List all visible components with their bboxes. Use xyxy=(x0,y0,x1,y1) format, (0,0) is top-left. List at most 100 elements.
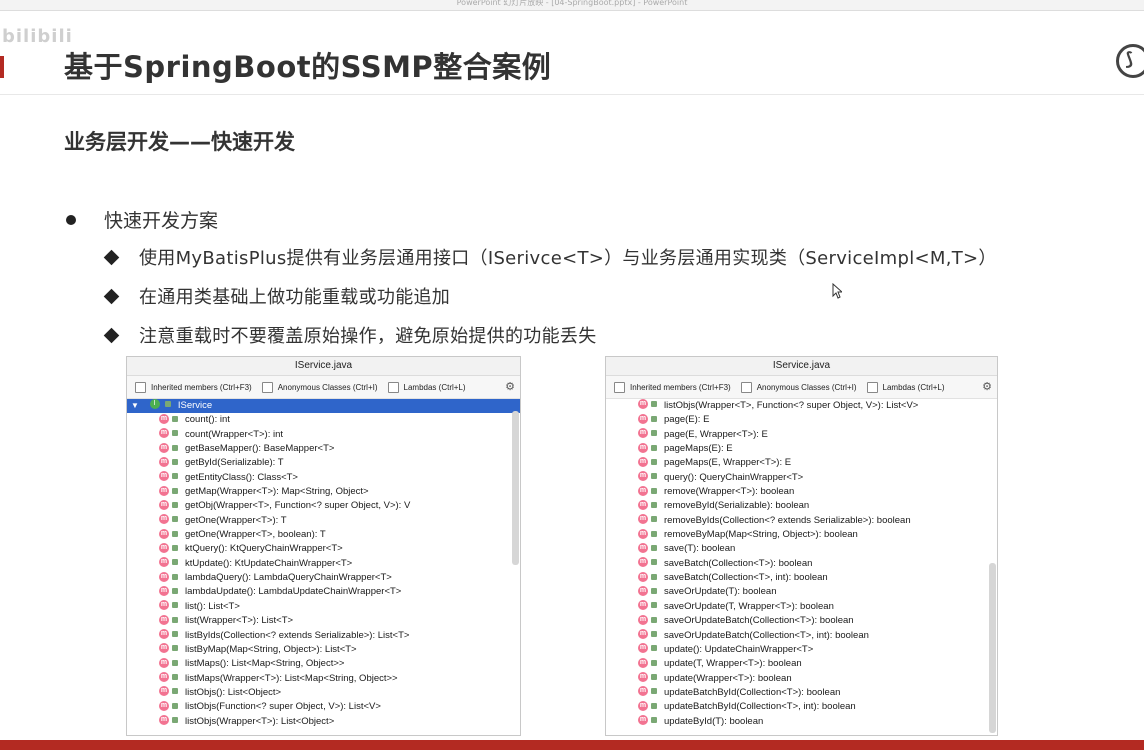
member-row[interactable]: m updateById(T): boolean xyxy=(606,715,997,729)
member-row[interactable]: m count(): int xyxy=(127,413,520,427)
gear-icon[interactable]: ⚙ xyxy=(505,380,515,393)
public-access-icon xyxy=(651,473,657,480)
scrollbar[interactable] xyxy=(989,563,996,733)
member-signature: removeByMap(Map<String, Object>): boolea… xyxy=(664,529,858,541)
member-row[interactable]: m listObjs(Wrapper<T>): List<Object> xyxy=(127,715,520,729)
member-row[interactable]: m getMap(Wrapper<T>): Map<String, Object> xyxy=(127,485,520,499)
diamond-bullet-icon xyxy=(103,288,120,304)
member-row[interactable]: m saveBatch(Collection<T>): boolean xyxy=(606,557,997,571)
method-icon: m xyxy=(638,571,648,582)
public-access-icon xyxy=(172,430,178,437)
member-row[interactable]: m update(Wrapper<T>): boolean xyxy=(606,672,997,686)
member-signature: updateBatchById(Collection<T>, int): boo… xyxy=(664,701,856,713)
public-access-icon xyxy=(651,458,657,465)
method-icon: m xyxy=(159,514,169,525)
title-accent-bar xyxy=(0,56,4,78)
member-signature: getObj(Wrapper<T>, Function<? super Obje… xyxy=(185,500,411,512)
member-signature: removeByIds(Collection<? extends Seriali… xyxy=(664,514,911,526)
method-icon: m xyxy=(638,456,648,467)
anonymous-classes-checkbox[interactable]: Anonymous Classes (Ctrl+I) xyxy=(740,381,857,393)
member-row[interactable]: m getOne(Wrapper<T>): T xyxy=(127,514,520,528)
gear-icon[interactable]: ⚙ xyxy=(982,380,992,393)
sub-bullet: 注意重载时不要覆盖原始操作，避免原始提供的功能丢失 xyxy=(103,322,597,348)
chevron-down-icon: ▼ xyxy=(131,401,139,410)
member-row[interactable]: m pageMaps(E): E xyxy=(606,442,997,456)
member-row[interactable]: m saveOrUpdate(T): boolean xyxy=(606,585,997,599)
logo-icon: ⟆ xyxy=(1116,44,1144,78)
public-access-icon xyxy=(651,630,657,637)
member-signature: update(Wrapper<T>): boolean xyxy=(664,672,792,684)
public-access-icon xyxy=(651,530,657,537)
method-icon: m xyxy=(159,542,169,553)
member-signature: saveOrUpdateBatch(Collection<T>): boolea… xyxy=(664,615,854,627)
scrollbar[interactable] xyxy=(512,411,519,565)
member-row[interactable]: m pageMaps(E, Wrapper<T>): E xyxy=(606,456,997,470)
member-row[interactable]: m listByMap(Map<String, Object>): List<T> xyxy=(127,643,520,657)
member-row[interactable]: m save(T): boolean xyxy=(606,542,997,556)
member-row[interactable]: m lambdaUpdate(): LambdaUpdateChainWrappe… xyxy=(127,585,520,599)
member-signature: page(E, Wrapper<T>): E xyxy=(664,428,768,440)
method-icon: m xyxy=(638,499,648,510)
public-access-icon xyxy=(172,444,178,451)
method-icon: m xyxy=(638,672,648,683)
inherited-members-checkbox[interactable]: Inherited members (Ctrl+F3) xyxy=(135,381,252,393)
public-access-icon xyxy=(651,544,657,551)
member-row[interactable]: m saveOrUpdateBatch(Collection<T>, int): … xyxy=(606,628,997,643)
panel-toolbar: Inherited members (Ctrl+F3) Anonymous Cl… xyxy=(606,376,997,399)
member-signature: saveOrUpdate(T): boolean xyxy=(664,586,777,598)
member-row[interactable]: m listMaps(Wrapper<T>): List<Map<String, … xyxy=(127,672,520,686)
member-row[interactable]: m saveBatch(Collection<T>, int): boolean xyxy=(606,571,997,585)
sub-bullet-text: 使用MyBatisPlus提供有业务层通用接口（ISerivce<T>）与业务层… xyxy=(139,248,997,269)
member-row[interactable]: m remove(Wrapper<T>): boolean xyxy=(606,485,997,499)
public-access-icon xyxy=(172,630,178,637)
tree-root-row[interactable]: ▼ I IService xyxy=(127,399,520,414)
member-row[interactable]: m getById(Serializable): T xyxy=(127,456,520,470)
member-signature: count(): int xyxy=(185,414,230,426)
member-row[interactable]: m listObjs(): List<Object> xyxy=(127,686,520,700)
member-row[interactable]: m list(): List<T> xyxy=(127,600,520,614)
public-access-icon xyxy=(651,688,657,695)
member-row[interactable]: m lambdaQuery(): LambdaQueryChainWrapper<… xyxy=(127,571,520,585)
member-row[interactable]: m ktQuery(): KtQueryChainWrapper<T> xyxy=(127,542,520,556)
member-signature: update(): UpdateChainWrapper<T> xyxy=(664,643,814,655)
member-row[interactable]: m getObj(Wrapper<T>, Function<? super Obj… xyxy=(127,499,520,513)
member-row[interactable]: m saveOrUpdateBatch(Collection<T>): boole… xyxy=(606,614,997,628)
anonymous-classes-checkbox[interactable]: Anonymous Classes (Ctrl+I) xyxy=(261,381,378,393)
method-icon: m xyxy=(638,413,648,424)
member-row[interactable]: m listMaps(): List<Map<String, Object>> xyxy=(127,657,520,671)
member-row[interactable]: m saveOrUpdate(T, Wrapper<T>): boolean xyxy=(606,600,997,614)
member-row[interactable]: m removeByIds(Collection<? extends Serial… xyxy=(606,514,997,528)
method-icon: m xyxy=(159,428,169,439)
public-access-icon xyxy=(172,544,178,551)
method-icon: m xyxy=(638,442,648,453)
member-row[interactable]: m count(Wrapper<T>): int xyxy=(127,428,520,442)
member-row[interactable]: m query(): QueryChainWrapper<T> xyxy=(606,471,997,485)
public-access-icon xyxy=(172,616,178,623)
method-icon: m xyxy=(159,499,169,510)
inherited-members-checkbox[interactable]: Inherited members (Ctrl+F3) xyxy=(614,381,731,393)
member-row[interactable]: m getEntityClass(): Class<T> xyxy=(127,471,520,485)
member-row[interactable]: m getOne(Wrapper<T>, boolean): T xyxy=(127,528,520,542)
member-signature: update(T, Wrapper<T>): boolean xyxy=(664,658,802,670)
lambdas-checkbox[interactable]: Lambdas (Ctrl+L) xyxy=(387,381,466,393)
member-row[interactable]: m ktUpdate(): KtUpdateChainWrapper<T> xyxy=(127,557,520,571)
method-icon: m xyxy=(159,442,169,453)
member-row[interactable]: m page(E, Wrapper<T>): E xyxy=(606,428,997,442)
member-row[interactable]: m removeByMap(Map<String, Object>): boole… xyxy=(606,528,997,542)
member-row[interactable]: m listByIds(Collection<? extends Serializ… xyxy=(127,628,520,643)
public-access-icon xyxy=(651,645,657,652)
member-row[interactable]: m updateBatchById(Collection<T>, int): bo… xyxy=(606,700,997,714)
member-row[interactable]: m update(): UpdateChainWrapper<T> xyxy=(606,643,997,657)
member-row[interactable]: m listObjs(Function<? super Object, V>): … xyxy=(127,700,520,714)
lambdas-checkbox[interactable]: Lambdas (Ctrl+L) xyxy=(866,381,945,393)
member-row[interactable]: m update(T, Wrapper<T>): boolean xyxy=(606,657,997,671)
member-row[interactable]: m list(Wrapper<T>): List<T> xyxy=(127,614,520,628)
member-row[interactable]: m removeById(Serializable): boolean xyxy=(606,499,997,513)
member-row[interactable]: m page(E): E xyxy=(606,413,997,427)
member-row[interactable]: m getBaseMapper(): BaseMapper<T> xyxy=(127,442,520,456)
member-row[interactable]: m updateBatchById(Collection<T>): boolean xyxy=(606,686,997,700)
public-access-icon xyxy=(651,501,657,508)
public-access-icon xyxy=(172,473,178,480)
public-access-icon xyxy=(651,487,657,494)
member-row[interactable]: m listObjs(Wrapper<T>, Function<? super O… xyxy=(606,399,997,413)
